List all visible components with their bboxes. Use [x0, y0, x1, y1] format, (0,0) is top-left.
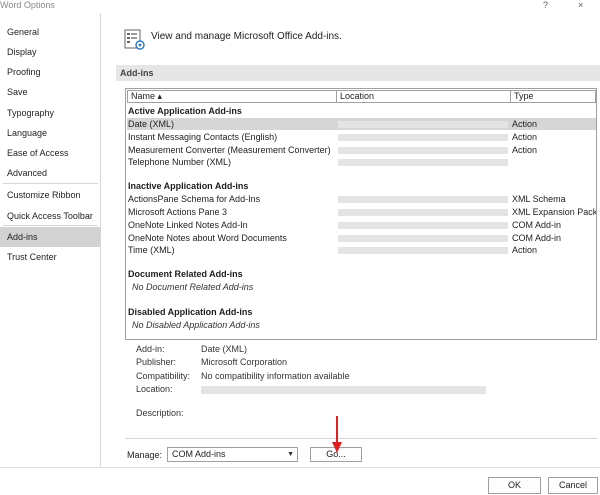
sidebar-item-add-ins[interactable]: Add-ins — [0, 227, 100, 247]
location-value-redacted — [201, 386, 486, 394]
detail-label: Description: — [136, 408, 184, 418]
detail-addin-value: Date (XML) — [201, 344, 248, 354]
sidebar-item-display[interactable]: Display — [0, 42, 100, 62]
addin-name: Measurement Converter (Measurement Conve… — [128, 145, 331, 155]
sidebar-item-save[interactable]: Save — [0, 82, 100, 102]
column-header-type[interactable]: Type — [510, 90, 596, 103]
add-ins-list[interactable]: Name ▴ Location Type Active Application … — [125, 88, 597, 340]
help-icon[interactable]: ? — [543, 0, 548, 11]
sidebar-divider — [3, 183, 98, 184]
group-header: Disabled Application Add-ins — [128, 307, 253, 317]
addin-location-redacted — [338, 121, 508, 128]
group-header: Active Application Add-ins — [128, 106, 242, 116]
close-icon[interactable]: × — [578, 0, 583, 11]
sidebar-item-advanced[interactable]: Advanced — [0, 163, 100, 183]
addin-location-redacted — [338, 196, 508, 203]
list-item[interactable]: OneNote Linked Notes Add-In COM Add-in — [127, 219, 596, 231]
addin-type: COM Add-in — [512, 233, 562, 243]
empty-group-note: No Document Related Add-ins — [132, 282, 254, 292]
addin-type: Action — [512, 119, 538, 129]
detail-label: Publisher: — [136, 357, 177, 367]
sidebar-item-proofing[interactable]: Proofing — [0, 62, 100, 82]
list-item[interactable]: OneNote Notes about Word Documents COM A… — [127, 232, 596, 244]
addin-name: Date (XML) — [128, 119, 175, 129]
sidebar-item-general[interactable]: General — [0, 22, 100, 42]
sidebar-item-typography[interactable]: Typography — [0, 103, 100, 123]
detail-label: Location: — [136, 384, 173, 394]
detail-label: Add-in: — [136, 344, 165, 354]
addin-location-redacted — [338, 147, 508, 154]
addin-name: ActionsPane Schema for Add-Ins — [128, 194, 261, 204]
addin-type: XML Expansion Pack — [512, 207, 597, 217]
chevron-down-icon: ▼ — [287, 451, 294, 458]
addin-name: OneNote Linked Notes Add-In — [128, 220, 248, 230]
window-title: Word Options — [0, 0, 55, 10]
list-item[interactable]: Microsoft Actions Pane 3 XML Expansion P… — [127, 206, 597, 218]
main-panel: View and manage Microsoft Office Add-ins… — [101, 13, 600, 467]
addin-location-redacted — [338, 235, 508, 242]
group-header: Document Related Add-ins — [128, 269, 243, 279]
list-item[interactable]: Time (XML) Action — [127, 244, 596, 256]
divider — [125, 438, 597, 439]
addin-type: Action — [512, 145, 538, 155]
sidebar-divider — [3, 225, 98, 226]
column-header-location[interactable]: Location — [336, 90, 511, 103]
sidebar-item-trust-center[interactable]: Trust Center — [0, 247, 100, 267]
list-item[interactable]: ActionsPane Schema for Add-Ins XML Schem… — [127, 193, 596, 205]
addin-type: XML Schema — [512, 194, 566, 204]
footer-divider — [0, 467, 600, 468]
sidebar-item-ease-of-access[interactable]: Ease of Access — [0, 143, 100, 163]
addin-type: Action — [512, 132, 538, 142]
addin-name: Telephone Number (XML) — [128, 157, 232, 167]
manage-dropdown-value: COM Add-ins — [172, 449, 226, 459]
column-header-name[interactable]: Name ▴ — [127, 90, 337, 103]
page-header: View and manage Microsoft Office Add-ins… — [151, 31, 342, 42]
detail-compatibility-value: No compatibility information available — [201, 371, 350, 381]
sidebar-item-customize-ribbon[interactable]: Customize Ribbon — [0, 185, 100, 205]
sidebar-item-quick-access-toolbar[interactable]: Quick Access Toolbar — [0, 206, 100, 226]
sidebar-item-language[interactable]: Language — [0, 123, 100, 143]
addin-name: Microsoft Actions Pane 3 — [128, 207, 228, 217]
list-item[interactable]: Telephone Number (XML) — [127, 156, 596, 168]
addin-type: Action — [512, 245, 538, 255]
add-ins-icon — [124, 29, 145, 50]
detail-publisher-value: Microsoft Corporation — [201, 357, 288, 367]
addin-name: Instant Messaging Contacts (English) — [128, 132, 278, 142]
ok-button[interactable]: OK — [488, 477, 541, 494]
list-item[interactable]: Date (XML) Action — [127, 118, 596, 130]
sidebar: General Display Proofing Save Typography… — [0, 13, 101, 467]
addin-location-redacted — [338, 209, 508, 216]
addin-location-redacted — [338, 134, 508, 141]
manage-dropdown[interactable]: COM Add-ins ▼ — [167, 447, 298, 462]
title-bar: Word Options ? × — [0, 0, 600, 13]
list-item[interactable]: Instant Messaging Contacts (English) Act… — [127, 131, 596, 143]
addin-location-redacted — [338, 159, 508, 166]
group-header: Inactive Application Add-ins — [128, 181, 249, 191]
cancel-button[interactable]: Cancel — [548, 477, 598, 494]
addin-location-redacted — [338, 247, 508, 254]
detail-label: Compatibility: — [136, 371, 191, 381]
manage-label: Manage: — [127, 450, 163, 460]
addin-location-redacted — [338, 222, 508, 229]
list-item[interactable]: Measurement Converter (Measurement Conve… — [127, 144, 596, 156]
addin-name: Time (XML) — [128, 245, 175, 255]
section-title: Add-ins — [116, 65, 600, 81]
addin-name: OneNote Notes about Word Documents — [128, 233, 287, 243]
empty-group-note: No Disabled Application Add-ins — [132, 320, 260, 330]
addin-type: COM Add-in — [512, 220, 562, 230]
annotation-arrow-icon — [332, 416, 342, 453]
